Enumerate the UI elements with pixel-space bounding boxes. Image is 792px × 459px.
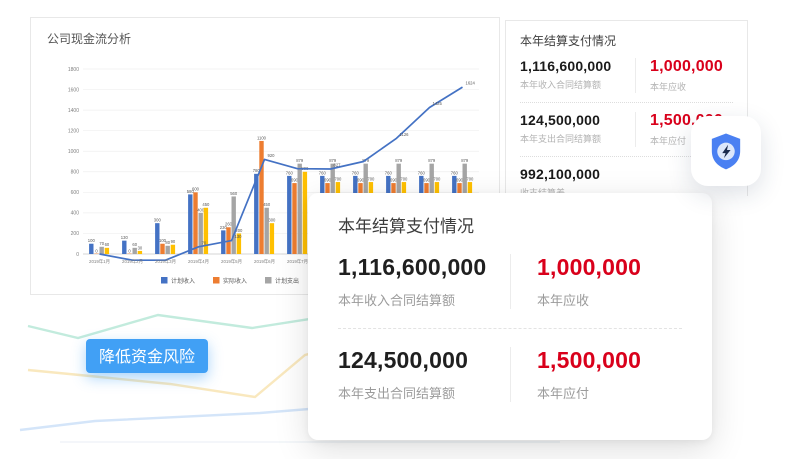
popup-label: 本年支出合同结算额 — [338, 383, 510, 402]
popup-income-settled: 1,116,600,000 本年收入合同结算额 — [338, 254, 510, 309]
svg-text:计划收入: 计划收入 — [171, 277, 195, 285]
popup-payable: 1,500,000 本年应付 — [510, 347, 682, 402]
popup-row-income: 1,116,600,000 本年收入合同结算额 1,000,000 本年应收 — [338, 254, 682, 309]
svg-text:70: 70 — [202, 240, 207, 245]
svg-text:1624: 1624 — [466, 81, 476, 86]
settlement-popup-card: 本年结算支付情况 1,116,600,000 本年收入合同结算额 1,000,0… — [308, 193, 712, 440]
dotted-divider — [520, 102, 733, 103]
svg-text:760: 760 — [352, 170, 360, 175]
svg-text:2019年2月: 2019年2月 — [122, 258, 143, 265]
popup-expense-settled: 124,500,000 本年支出合同结算额 — [338, 347, 510, 402]
reduce-risk-badge[interactable]: 降低资金风险 — [86, 339, 208, 373]
stat-label: 本年支出合同结算额 — [520, 132, 635, 145]
shield-app-card[interactable] — [691, 116, 761, 186]
svg-text:1200: 1200 — [68, 128, 79, 134]
svg-text:1100: 1100 — [257, 135, 267, 140]
svg-text:879: 879 — [461, 158, 469, 163]
svg-text:700: 700 — [367, 176, 375, 181]
svg-text:0: 0 — [128, 248, 131, 253]
svg-text:200: 200 — [71, 231, 80, 237]
svg-text:879: 879 — [296, 158, 304, 163]
chart-title: 公司现金流分析 — [31, 18, 499, 47]
svg-text:0: 0 — [76, 252, 79, 258]
svg-text:450: 450 — [263, 202, 271, 207]
svg-text:2019年7月: 2019年7月 — [287, 258, 308, 265]
svg-text:1800: 1800 — [68, 67, 79, 73]
svg-text:560: 560 — [230, 191, 238, 196]
svg-text:2019年6月: 2019年6月 — [254, 258, 275, 265]
svg-text:920: 920 — [268, 153, 276, 158]
popup-receivable: 1,000,000 本年应收 — [510, 254, 682, 309]
svg-text:760: 760 — [418, 170, 426, 175]
svg-text:827: 827 — [334, 163, 342, 168]
svg-text:700: 700 — [466, 176, 474, 181]
svg-text:800: 800 — [71, 170, 80, 176]
svg-text:1000: 1000 — [68, 149, 79, 155]
svg-text:60: 60 — [105, 242, 110, 247]
svg-text:2019年4月: 2019年4月 — [188, 258, 209, 265]
svg-text:700: 700 — [334, 176, 342, 181]
svg-text:400: 400 — [71, 211, 80, 217]
popup-label: 本年收入合同结算额 — [338, 290, 510, 309]
popup-title: 本年结算支付情况 — [338, 212, 682, 237]
stat-receivable: 1,000,000 本年应收 — [635, 58, 733, 93]
svg-text:2019年5月: 2019年5月 — [221, 258, 242, 265]
panel-title: 本年结算支付情况 — [520, 32, 733, 49]
popup-value-red: 1,000,000 — [537, 254, 682, 281]
svg-text:90: 90 — [171, 239, 176, 244]
stat-label: 本年收入合同结算额 — [520, 78, 635, 91]
svg-text:600: 600 — [71, 190, 80, 196]
svg-text:760: 760 — [385, 170, 393, 175]
stat-value-red: 1,000,000 — [650, 58, 733, 76]
svg-text:30: 30 — [138, 245, 143, 250]
svg-text:1126: 1126 — [400, 132, 410, 137]
svg-text:计划支出: 计划支出 — [275, 277, 299, 285]
svg-text:2019年3月: 2019年3月 — [155, 258, 176, 265]
svg-text:760: 760 — [451, 170, 459, 175]
svg-text:1600: 1600 — [68, 87, 79, 93]
popup-label: 本年应付 — [537, 383, 682, 402]
svg-text:0: 0 — [95, 248, 98, 253]
dashed-divider — [338, 328, 682, 329]
popup-value-red: 1,500,000 — [537, 347, 682, 374]
svg-text:700: 700 — [433, 176, 441, 181]
svg-text:1400: 1400 — [68, 108, 79, 114]
svg-text:实际收入: 实际收入 — [223, 277, 247, 285]
popup-value: 1,116,600,000 — [338, 254, 510, 281]
stat-value: 1,116,600,000 — [520, 58, 635, 74]
svg-text:450: 450 — [202, 202, 210, 207]
stat-value: 992,100,000 — [520, 166, 635, 182]
popup-label: 本年应收 — [537, 290, 682, 309]
svg-text:600: 600 — [192, 187, 200, 192]
svg-text:1425: 1425 — [433, 101, 443, 106]
popup-value: 124,500,000 — [338, 347, 510, 374]
svg-text:760: 760 — [319, 170, 327, 175]
svg-text:130: 130 — [235, 234, 243, 239]
stat-income-settled: 1,116,600,000 本年收入合同结算额 — [520, 58, 635, 91]
svg-text:879: 879 — [395, 158, 403, 163]
popup-row-expense: 124,500,000 本年支出合同结算额 1,500,000 本年应付 — [338, 347, 682, 402]
svg-text:2019年1月: 2019年1月 — [89, 258, 110, 265]
svg-text:760: 760 — [286, 170, 294, 175]
svg-text:300: 300 — [268, 218, 276, 223]
svg-text:130: 130 — [121, 235, 129, 240]
svg-text:700: 700 — [400, 176, 408, 181]
svg-text:300: 300 — [154, 218, 162, 223]
svg-text:100: 100 — [88, 238, 96, 243]
shield-lightning-icon — [706, 129, 746, 173]
stat-label: 本年应收 — [650, 80, 733, 93]
svg-text:879: 879 — [428, 158, 436, 163]
stat-value: 124,500,000 — [520, 112, 635, 128]
summary-row-income: 1,116,600,000 本年收入合同结算额 1,000,000 本年应收 — [520, 58, 733, 93]
stat-expense-settled: 124,500,000 本年支出合同结算额 — [520, 112, 635, 145]
